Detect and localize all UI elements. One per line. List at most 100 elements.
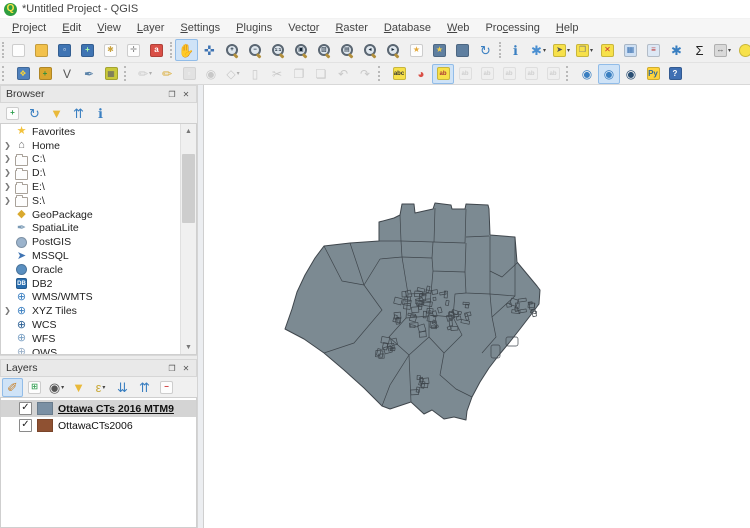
vertex-tool-dropdown-icon[interactable]: ▾ xyxy=(237,70,240,77)
processing-toolbox-button[interactable]: ✱ xyxy=(665,39,688,61)
browser-item-spatialite[interactable]: ✒SpatiaLite xyxy=(1,222,180,236)
statistical-summary-button[interactable]: Σ xyxy=(688,39,711,61)
layer-row-1[interactable]: ✓OttawaCTs2006 xyxy=(1,417,196,434)
open-layer-styling-panel-button[interactable]: ✐ xyxy=(2,378,23,397)
drive-e-expander-icon[interactable]: ❯ xyxy=(1,183,14,191)
expand-all-layers-button[interactable]: ⇊ xyxy=(112,378,133,397)
collapse-all-layers-button[interactable]: ⇈ xyxy=(134,378,155,397)
open-field-calculator-button[interactable]: ≡ xyxy=(642,39,665,61)
scroll-down-arrow[interactable]: ▼ xyxy=(181,340,196,354)
browser-item-wcs[interactable]: ⊕WCS xyxy=(1,318,180,332)
zoom-out-button[interactable]: − xyxy=(244,39,267,61)
current-edits-dropdown-icon[interactable]: ▾ xyxy=(149,70,152,77)
browser-item-home[interactable]: ❯⌂Home xyxy=(1,139,180,153)
style-manager-button[interactable]: a xyxy=(145,39,168,61)
drive-d-expander-icon[interactable]: ❯ xyxy=(1,169,14,177)
open-attribute-table-button[interactable]: ▦ xyxy=(619,39,642,61)
properties-widget-button[interactable]: ℹ xyxy=(90,104,111,123)
highlight-pinned-labels-button[interactable]: ab xyxy=(432,64,454,84)
menu-database[interactable]: Database xyxy=(376,21,439,35)
help-contents-button[interactable]: ? xyxy=(664,64,686,84)
menu-view[interactable]: View xyxy=(89,21,129,35)
toolbar-grip[interactable] xyxy=(2,66,9,81)
measure-line-dropdown-icon[interactable]: ▾ xyxy=(728,47,731,54)
open-data-source-manager-button[interactable]: ❖ xyxy=(12,64,34,84)
show-spatial-bookmarks-button[interactable]: ★ xyxy=(428,39,451,61)
python-console-button[interactable]: Py xyxy=(642,64,664,84)
browser-item-oracle[interactable]: Oracle xyxy=(1,263,180,277)
toolbar-grip[interactable] xyxy=(378,66,385,81)
map-canvas[interactable] xyxy=(204,85,750,528)
metasearch-button[interactable]: ◉ xyxy=(620,64,642,84)
remove-layer-button[interactable]: − xyxy=(156,378,177,397)
show-layout-manager-button[interactable]: ✛ xyxy=(122,39,145,61)
browser-item-drive-s[interactable]: ❯S:\ xyxy=(1,194,180,208)
toolbar-grip[interactable] xyxy=(566,66,573,81)
pan-map-to-selection-button[interactable]: ✜ xyxy=(198,39,221,61)
zoom-in-button[interactable]: + xyxy=(221,39,244,61)
zoom-full-button[interactable]: ▣ xyxy=(290,39,313,61)
select-features-button[interactable]: ➤▾ xyxy=(550,39,573,61)
browser-item-ows[interactable]: ⊕OWS xyxy=(1,346,180,355)
browser-item-geopackage[interactable]: ◆GeoPackage xyxy=(1,208,180,222)
show-bookmark-manager-button[interactable] xyxy=(451,39,474,61)
browser-item-xyz-tiles[interactable]: ❯⊕XYZ Tiles xyxy=(1,304,180,318)
identify-features-button[interactable]: ℹ xyxy=(504,39,527,61)
select-features-dropdown-icon[interactable]: ▾ xyxy=(567,47,570,54)
open-project-button[interactable] xyxy=(30,39,53,61)
browser-item-db2[interactable]: DBDB2 xyxy=(1,277,180,291)
run-feature-action-dropdown-icon[interactable]: ▾ xyxy=(543,47,546,54)
drive-s-expander-icon[interactable]: ❯ xyxy=(1,197,14,205)
zoom-native-resolution-button[interactable]: 1:1 xyxy=(267,39,290,61)
home-expander-icon[interactable]: ❯ xyxy=(1,142,14,150)
toolbar-grip[interactable] xyxy=(499,42,501,59)
zoom-next-button[interactable]: ▸ xyxy=(382,39,405,61)
toolbar-grip[interactable] xyxy=(124,66,131,81)
web-plugin-globe-search-button[interactable]: ◉ xyxy=(598,64,620,84)
deselect-features-button[interactable]: ✕ xyxy=(596,39,619,61)
menu-plugins[interactable]: Plugins xyxy=(228,21,280,35)
zoom-last-button[interactable]: ◂ xyxy=(359,39,382,61)
new-print-layout-button[interactable]: ✱ xyxy=(99,39,122,61)
new-geopackage-layer-button[interactable]: + xyxy=(34,64,56,84)
browser-item-mssql[interactable]: ➤MSSQL xyxy=(1,249,180,263)
browser-item-wms-wmts[interactable]: ⊕WMS/WMTS xyxy=(1,291,180,305)
menu-edit[interactable]: Edit xyxy=(54,21,89,35)
zoom-to-selection-button[interactable]: ▨ xyxy=(313,39,336,61)
drive-c-expander-icon[interactable]: ❯ xyxy=(1,155,14,163)
scroll-thumb[interactable] xyxy=(182,154,195,223)
new-spatial-bookmark-button[interactable]: ★ xyxy=(405,39,428,61)
add-selected-layers-button[interactable]: + xyxy=(2,104,23,123)
save-project-as-button[interactable]: + xyxy=(76,39,99,61)
scroll-track[interactable] xyxy=(181,138,196,340)
run-feature-action-button[interactable]: ✱▾ xyxy=(527,39,550,61)
layer-visibility-checkbox[interactable]: ✓ xyxy=(19,402,32,415)
browser-scrollbar[interactable]: ▲ ▼ xyxy=(180,124,196,354)
pan-map-button[interactable]: ✋ xyxy=(175,39,198,61)
filter-browser-button[interactable]: ▼ xyxy=(46,104,67,123)
filter-legend-button[interactable]: ▼ xyxy=(68,378,89,397)
toggle-editing-button[interactable]: ✏ xyxy=(156,64,178,84)
browser-item-drive-c[interactable]: ❯C:\ xyxy=(1,153,180,167)
browser-float-button[interactable]: ❐ xyxy=(165,88,179,100)
browser-item-postgis[interactable]: PostGIS xyxy=(1,235,180,249)
menu-help[interactable]: Help xyxy=(548,21,587,35)
menu-layer[interactable]: Layer xyxy=(129,21,173,35)
layer-diagram-options-button[interactable]: ◕ xyxy=(410,64,432,84)
manage-map-themes-dropdown-icon[interactable]: ▾ xyxy=(61,384,64,391)
new-shapefile-layer-button[interactable]: V xyxy=(56,64,78,84)
select-features-by-value-dropdown-icon[interactable]: ▾ xyxy=(590,47,593,54)
collapse-all-browser-button[interactable]: ⇈ xyxy=(68,104,89,123)
map-tips-button[interactable] xyxy=(734,39,750,61)
browser-item-wfs[interactable]: ⊕WFS xyxy=(1,332,180,346)
scroll-up-arrow[interactable]: ▲ xyxy=(181,124,196,138)
browser-item-drive-e[interactable]: ❯E:\ xyxy=(1,180,180,194)
refresh-map-button[interactable]: ↻ xyxy=(474,39,497,61)
toolbar-grip[interactable] xyxy=(2,42,4,59)
add-group-button[interactable]: ⊞ xyxy=(24,378,45,397)
menu-raster[interactable]: Raster xyxy=(327,21,375,35)
browser-item-drive-d[interactable]: ❯D:\ xyxy=(1,166,180,180)
dock-canvas-splitter[interactable] xyxy=(197,85,204,528)
filter-legend-by-expression-dropdown-icon[interactable]: ▾ xyxy=(102,384,105,391)
layers-close-button[interactable]: ✕ xyxy=(179,362,193,374)
